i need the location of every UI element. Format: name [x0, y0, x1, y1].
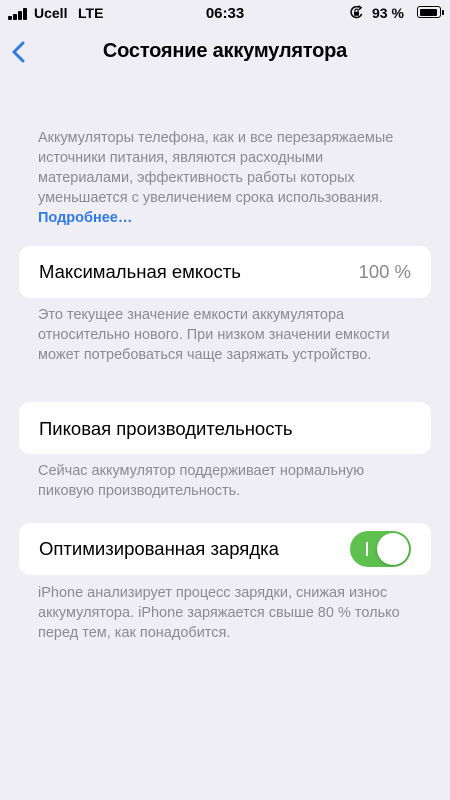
page-title: Состояние аккумулятора: [102, 40, 348, 62]
optimized-charging-label: Оптимизированная зарядка: [39, 538, 279, 559]
optimized-charging-description: iPhone анализирует процесс зарядки, сниж…: [38, 585, 400, 641]
battery-icon: [417, 6, 441, 18]
orientation-lock-icon: [350, 5, 363, 19]
intro-text: Аккумуляторы телефона, как и все перезар…: [38, 130, 394, 206]
intro-text-block: Аккумуляторы телефона, как и все перезар…: [38, 128, 410, 228]
peak-performance-description: Сейчас аккумулятор поддерживает нормальн…: [38, 463, 365, 499]
max-capacity-value: 100 %: [358, 261, 411, 282]
toggle-knob: [377, 533, 409, 565]
battery-percent: 93 %: [372, 5, 404, 21]
learn-more-link[interactable]: Подробнее…: [38, 210, 132, 226]
optimized-charging-row: Оптимизированная зарядка: [19, 523, 431, 575]
peak-performance-row: Пиковая производительность: [19, 402, 431, 454]
toggle-on-mark: [366, 542, 368, 556]
max-capacity-label: Максимальная емкость: [39, 261, 241, 282]
status-bar: Ucell LTE 06:33 93 %: [0, 0, 450, 26]
max-capacity-description: Это текущее значение емкости аккумулятор…: [38, 307, 390, 363]
battery-cap: [442, 10, 444, 15]
optimized-charging-toggle[interactable]: [350, 531, 411, 567]
battery-health-screen: Ucell LTE 06:33 93 % Состояние аккумулят…: [0, 0, 450, 800]
max-capacity-row: Максимальная емкость 100 %: [19, 246, 431, 298]
peak-performance-label: Пиковая производительность: [39, 418, 293, 439]
